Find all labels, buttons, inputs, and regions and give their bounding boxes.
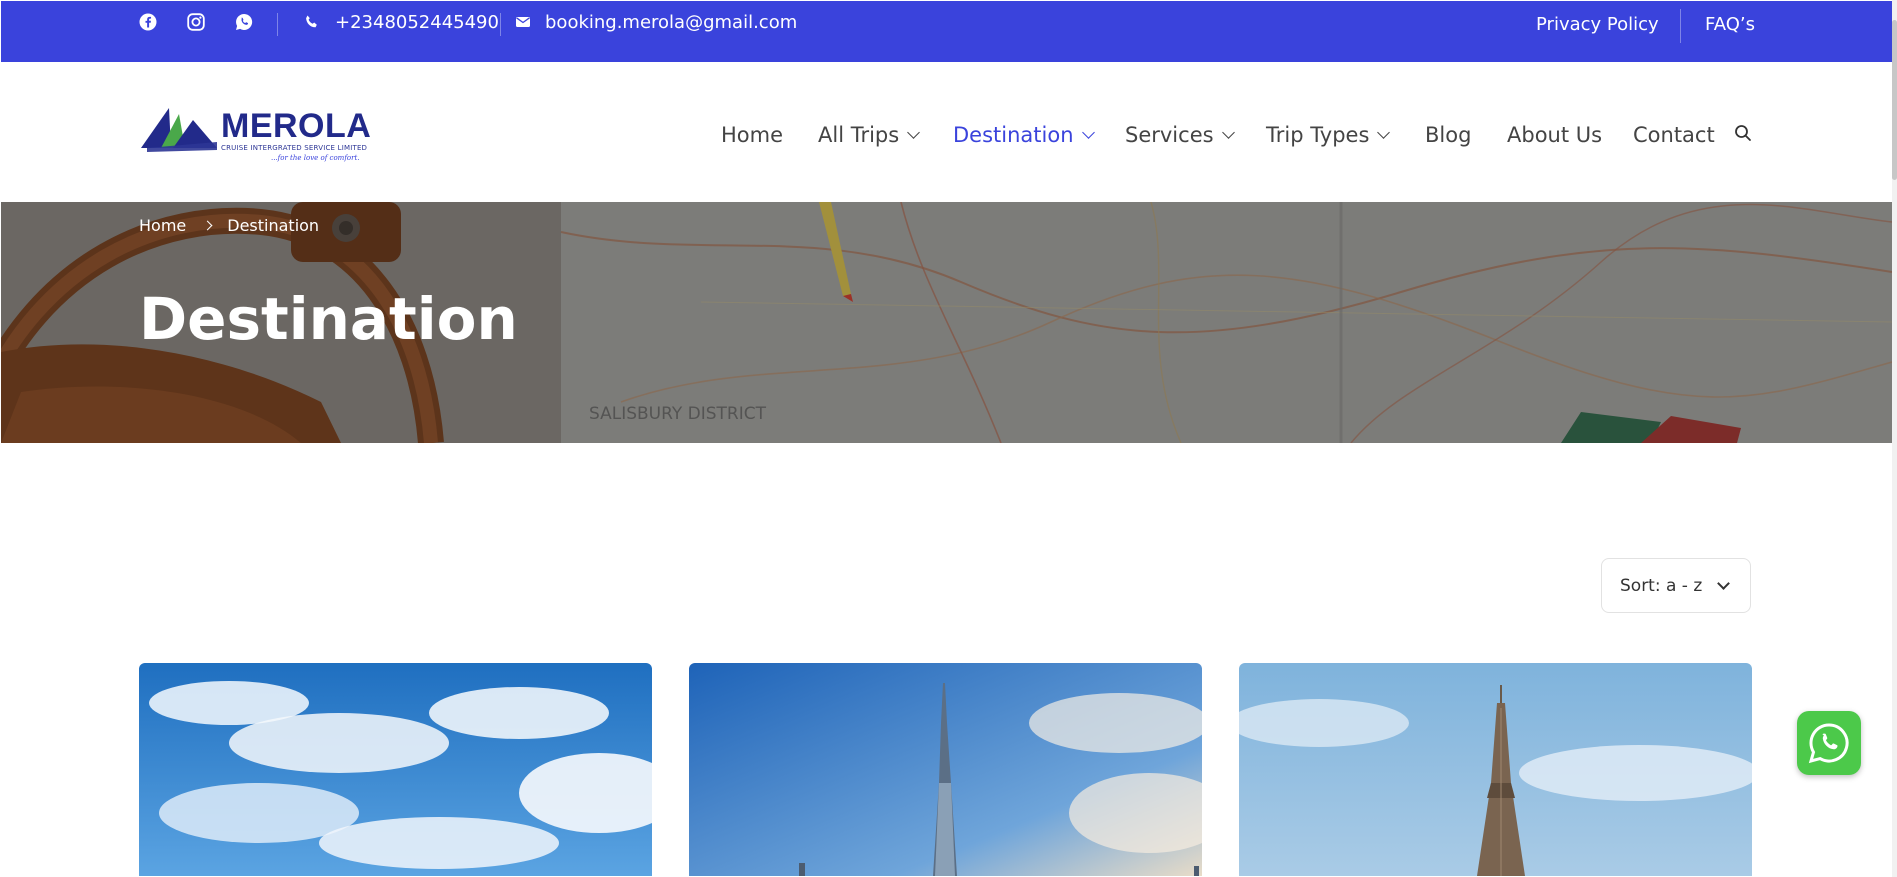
- logo-mark-icon: [141, 108, 217, 152]
- logo-subtitle: CRUISE INTERGRATED SERVICE LIMITED: [221, 144, 368, 152]
- destination-card[interactable]: [689, 663, 1202, 876]
- instagram-icon[interactable]: [187, 13, 205, 31]
- nav-services[interactable]: Services: [1125, 120, 1235, 150]
- sort-select[interactable]: Sort: a - z: [1601, 558, 1751, 613]
- nav-trip-types[interactable]: Trip Types: [1266, 120, 1391, 150]
- nav-contact[interactable]: Contact: [1633, 120, 1715, 150]
- privacy-policy-link[interactable]: Privacy Policy: [1536, 13, 1659, 37]
- phone-icon: [303, 13, 321, 31]
- breadcrumb: Home Destination: [139, 216, 319, 235]
- destination-card-image: [1239, 663, 1752, 876]
- breadcrumb-current: Destination: [227, 216, 320, 235]
- chevron-down-icon: [907, 125, 921, 139]
- destination-card[interactable]: [1239, 663, 1752, 876]
- nav-all-trips[interactable]: All Trips: [818, 120, 921, 150]
- nav-label: Trip Types: [1266, 123, 1370, 147]
- chevron-down-icon: [1377, 125, 1391, 139]
- facebook-icon[interactable]: [139, 13, 157, 31]
- mail-icon: [514, 13, 532, 31]
- nav-label: Blog: [1425, 123, 1472, 147]
- topbar-divider: [277, 13, 278, 36]
- nav-blog[interactable]: Blog: [1425, 120, 1471, 150]
- nav-label: Home: [721, 123, 784, 147]
- nav-label: Destination: [953, 123, 1074, 147]
- phone-number[interactable]: +2348052445490: [335, 11, 499, 35]
- chevron-down-icon: [1081, 125, 1095, 139]
- whatsapp-icon[interactable]: [235, 13, 253, 31]
- nav-label: Services: [1125, 123, 1214, 147]
- topbar-divider: [500, 13, 501, 36]
- sort-label: Sort: a - z: [1620, 575, 1703, 596]
- destination-card-image: [139, 663, 652, 876]
- search-icon[interactable]: [1734, 124, 1752, 146]
- logo-wordmark: MEROLA: [221, 107, 372, 145]
- destination-card-image: [689, 663, 1202, 876]
- chevron-down-icon: [1221, 125, 1235, 139]
- logo-tagline: ...for the love of comfort.: [271, 154, 360, 162]
- page-hero: SALISBURY DISTRICT Home Destination Dest…: [1, 202, 1892, 443]
- nav-destination[interactable]: Destination: [953, 120, 1095, 150]
- site-header: MEROLA CRUISE INTERGRATED SERVICE LIMITE…: [1, 62, 1892, 202]
- nav-label: Contact: [1633, 123, 1715, 147]
- page: +2348052445490 booking.merola@gmail.com …: [1, 1, 1892, 876]
- scrollbar-thumb[interactable]: [1892, 20, 1897, 180]
- whatsapp-icon: [1808, 723, 1849, 764]
- nav-label: All Trips: [818, 123, 900, 147]
- chevron-down-icon: [1717, 577, 1730, 590]
- chevron-right-icon: [202, 220, 213, 231]
- merola-logo[interactable]: MEROLA CRUISE INTERGRATED SERVICE LIMITE…: [141, 106, 371, 166]
- destination-card[interactable]: [139, 663, 652, 876]
- whatsapp-chat-button[interactable]: [1797, 711, 1861, 775]
- breadcrumb-home[interactable]: Home: [139, 216, 186, 235]
- nav-home[interactable]: Home: [721, 120, 783, 150]
- email-link[interactable]: booking.merola@gmail.com: [545, 11, 797, 35]
- top-bar: +2348052445490 booking.merola@gmail.com …: [1, 1, 1892, 62]
- nav-label: About Us: [1507, 123, 1603, 147]
- nav-about-us[interactable]: About Us: [1507, 120, 1602, 150]
- faq-link[interactable]: FAQ’s: [1705, 13, 1755, 37]
- topbar-divider: [1680, 9, 1681, 43]
- page-title: Destination: [139, 285, 518, 353]
